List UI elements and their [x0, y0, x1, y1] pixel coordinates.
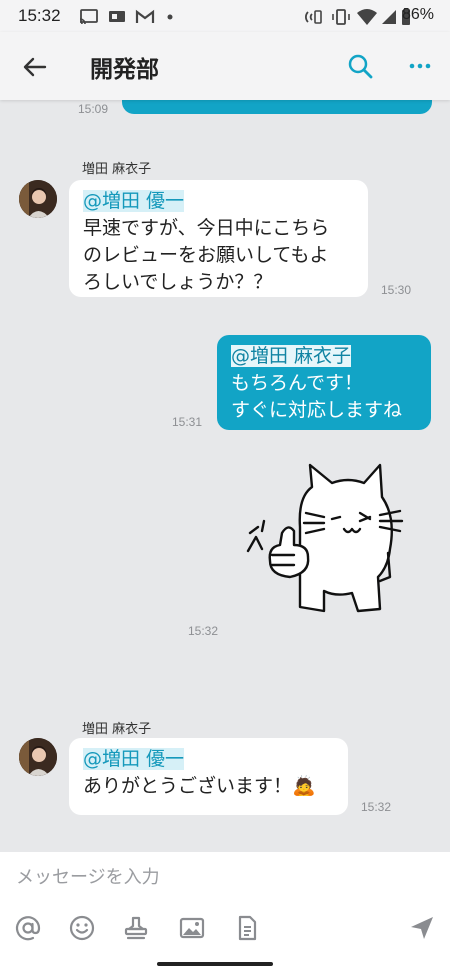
message-text-line: 早速ですが、今日中にこちら: [83, 217, 330, 239]
bowing-emoji: 🙇: [292, 775, 316, 797]
message-text-line: すぐに対応しますね: [231, 399, 403, 421]
image-icon[interactable]: [178, 914, 206, 942]
avatar[interactable]: [19, 738, 57, 776]
message-timestamp: 15:32: [361, 800, 392, 814]
file-icon[interactable]: [233, 914, 261, 942]
notification-dot-icon: [167, 14, 173, 20]
stamp-icon[interactable]: [122, 914, 150, 942]
wifi-icon: [357, 9, 377, 25]
more-options-icon[interactable]: [405, 51, 435, 81]
message-text-line: ありがとうございます！: [83, 775, 293, 797]
mention-tag[interactable]: @増田 麻衣子: [231, 345, 352, 367]
status-time: 15:32: [18, 6, 61, 25]
sender-name: 増田 麻衣子: [82, 162, 152, 177]
gesture-nav-bar[interactable]: [157, 962, 273, 966]
status-bar: 15:32 86%: [0, 0, 450, 32]
mention-icon[interactable]: [14, 914, 42, 942]
app-bar: 開発部: [0, 32, 450, 100]
nfc-card-icon: [109, 11, 125, 22]
back-arrow-icon[interactable]: [20, 52, 50, 82]
avatar-photo-icon: [19, 180, 57, 218]
avatar-photo-icon: [19, 738, 57, 776]
vibrate-icon: [332, 9, 350, 25]
message-timestamp: 15:32: [188, 624, 219, 638]
message-timestamp: 15:09: [78, 102, 109, 116]
search-icon[interactable]: [345, 51, 375, 81]
emoji-icon[interactable]: [68, 914, 96, 942]
message-bubble-outgoing[interactable]: @増田 麻衣子 もちろんです！ すぐに対応しますね: [217, 335, 431, 430]
nfc-icon: [305, 10, 322, 24]
avatar[interactable]: [19, 180, 57, 218]
message-list[interactable]: 15:09 増田 麻衣子 @増田 優一 早速ですが、今日中にこちら のレビューを…: [0, 100, 450, 852]
mention-tag[interactable]: @増田 優一: [83, 748, 185, 770]
message-text-line: のレビューをお願いしてもよ: [83, 244, 329, 266]
message-composer: [0, 852, 450, 975]
message-bubble-incoming[interactable]: @増田 優一 ありがとうございます！🙇: [69, 738, 348, 815]
message-timestamp: 15:30: [381, 283, 412, 297]
signal-icon: [382, 10, 396, 24]
message-text-line: もちろんです！: [231, 372, 364, 394]
battery-percent: 86%: [401, 6, 434, 23]
cast-icon: [79, 9, 98, 25]
message-text-line: ろしいでしょうか？？: [83, 271, 273, 293]
message-timestamp: 15:31: [172, 415, 203, 429]
message-input[interactable]: [0, 852, 450, 902]
message-bubble-outgoing-partial[interactable]: [122, 100, 432, 114]
cat-thumbs-up-sticker[interactable]: [240, 457, 410, 617]
page-title: 開発部: [90, 57, 159, 83]
mention-tag[interactable]: @増田 優一: [83, 190, 185, 212]
gmail-icon: [135, 9, 155, 23]
message-bubble-incoming[interactable]: @増田 優一 早速ですが、今日中にこちら のレビューをお願いしてもよ ろしいでし…: [69, 180, 368, 297]
send-icon[interactable]: [408, 914, 436, 942]
sender-name: 増田 麻衣子: [82, 722, 152, 737]
